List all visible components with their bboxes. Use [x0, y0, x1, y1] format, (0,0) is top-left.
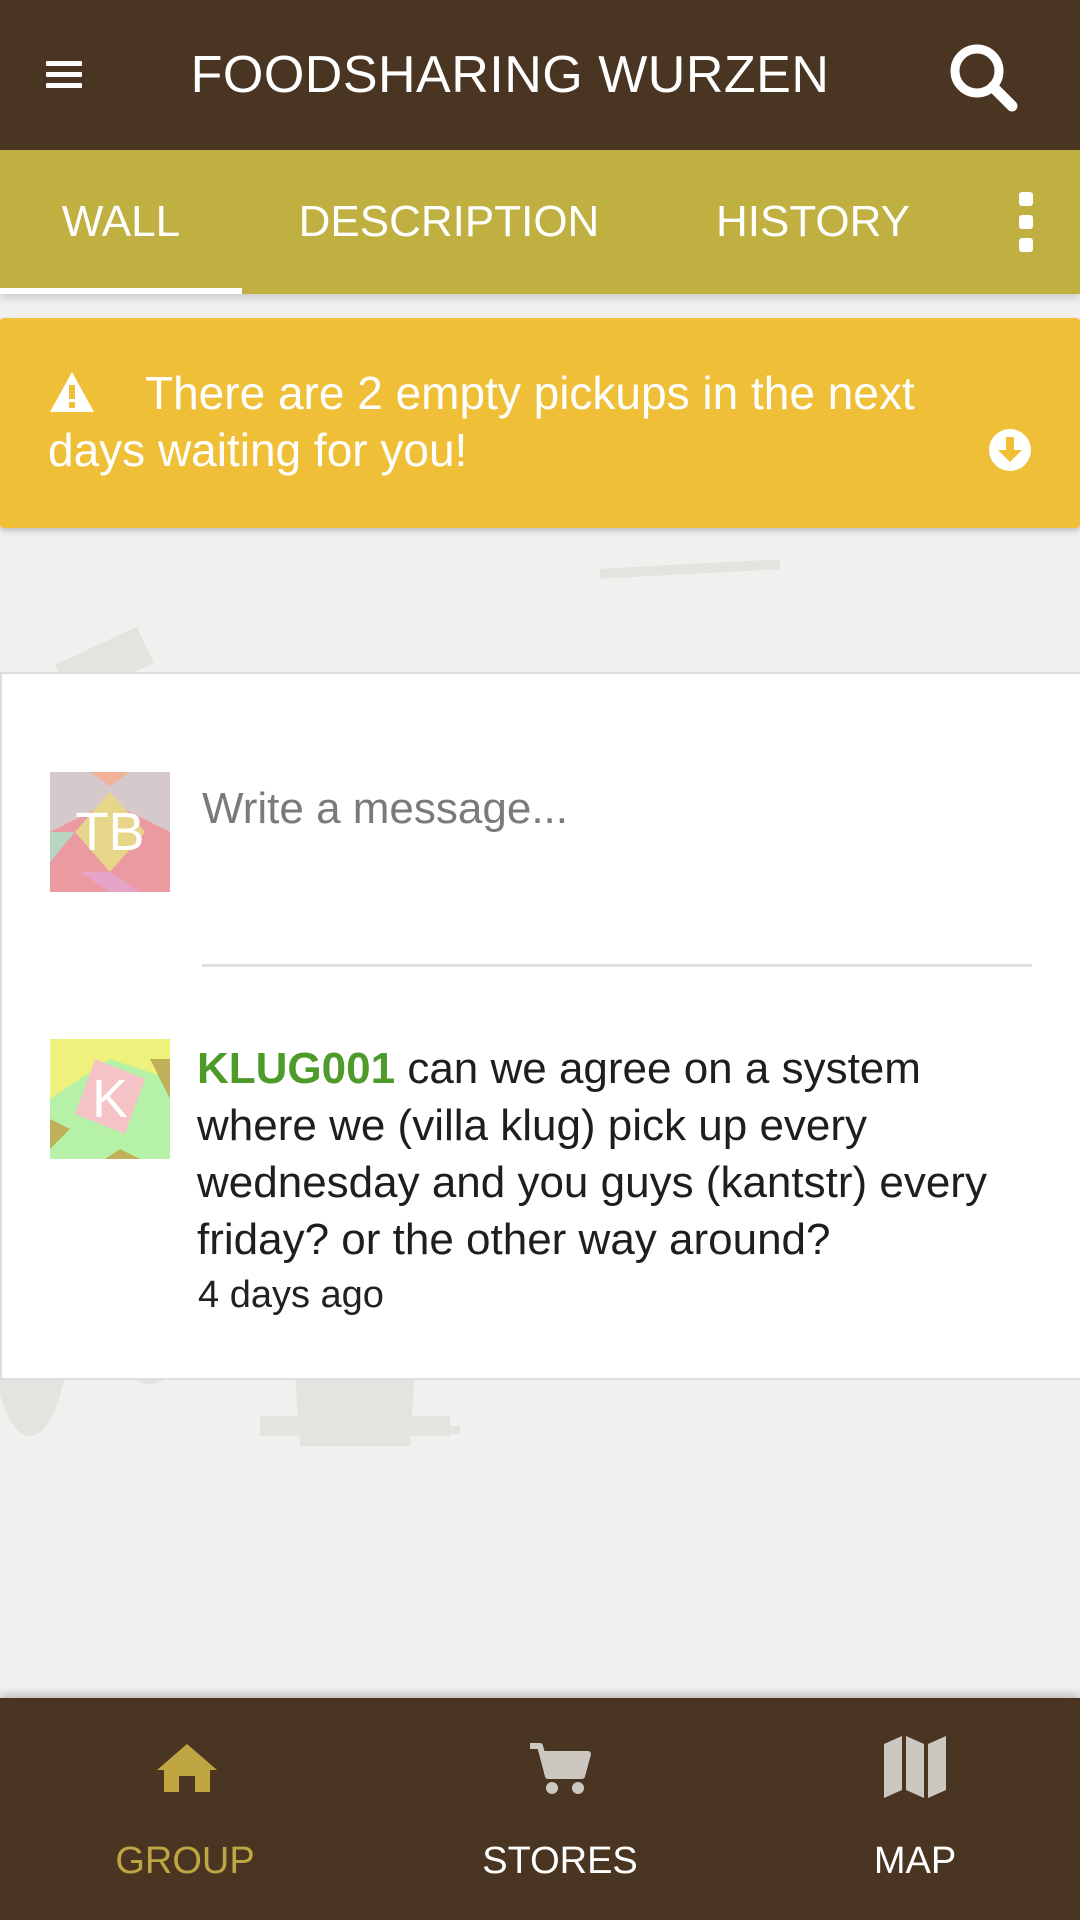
post-author-link[interactable]: KLUG001: [197, 1044, 395, 1093]
nav-label: GROUP: [115, 1840, 255, 1882]
wall-card: TB Write a message... K KLUG001 can we a…: [0, 672, 1080, 1380]
avatar-initials: K: [91, 1069, 129, 1129]
arrow-down-circle-icon[interactable]: [988, 428, 1032, 472]
post-body: KLUG001 can we agree on a system where w…: [197, 1040, 1037, 1268]
message-input[interactable]: Write a message...: [202, 774, 1032, 844]
nav-label: STORES: [482, 1840, 638, 1882]
active-tab-indicator: [0, 288, 242, 294]
tab-description[interactable]: DESCRIPTION: [242, 150, 656, 294]
nav-map[interactable]: MAP: [735, 1698, 1080, 1920]
search-icon[interactable]: [944, 38, 1024, 118]
map-icon: [884, 1736, 946, 1798]
nav-label: MAP: [873, 1840, 957, 1882]
divider: [202, 964, 1032, 967]
menu-icon[interactable]: [34, 44, 94, 104]
bottom-navigation: GROUP STORES MAP: [0, 1698, 1080, 1920]
cart-icon: [530, 1743, 591, 1794]
tab-history[interactable]: HISTORY: [656, 150, 970, 294]
nav-stores[interactable]: STORES: [380, 1698, 740, 1920]
banner-text: There are 2 empty pickups in the next da…: [48, 367, 915, 476]
avatar[interactable]: K: [50, 1039, 170, 1159]
app-bar: FOODSHARING WURZEN: [0, 0, 1080, 150]
home-icon: [157, 1744, 217, 1792]
nav-group[interactable]: GROUP: [5, 1698, 365, 1920]
avatar-initials: TB: [75, 802, 145, 862]
post-timestamp: 4 days ago: [198, 1274, 384, 1316]
pickup-warning-banner[interactable]: There are 2 empty pickups in the next da…: [0, 318, 1080, 528]
page-title: FOODSHARING WURZEN: [190, 46, 830, 104]
avatar: TB: [50, 772, 170, 892]
tab-wall[interactable]: WALL: [0, 150, 242, 294]
tab-bar: WALL DESCRIPTION HISTORY: [0, 150, 1080, 294]
more-options-icon[interactable]: [970, 150, 1080, 294]
